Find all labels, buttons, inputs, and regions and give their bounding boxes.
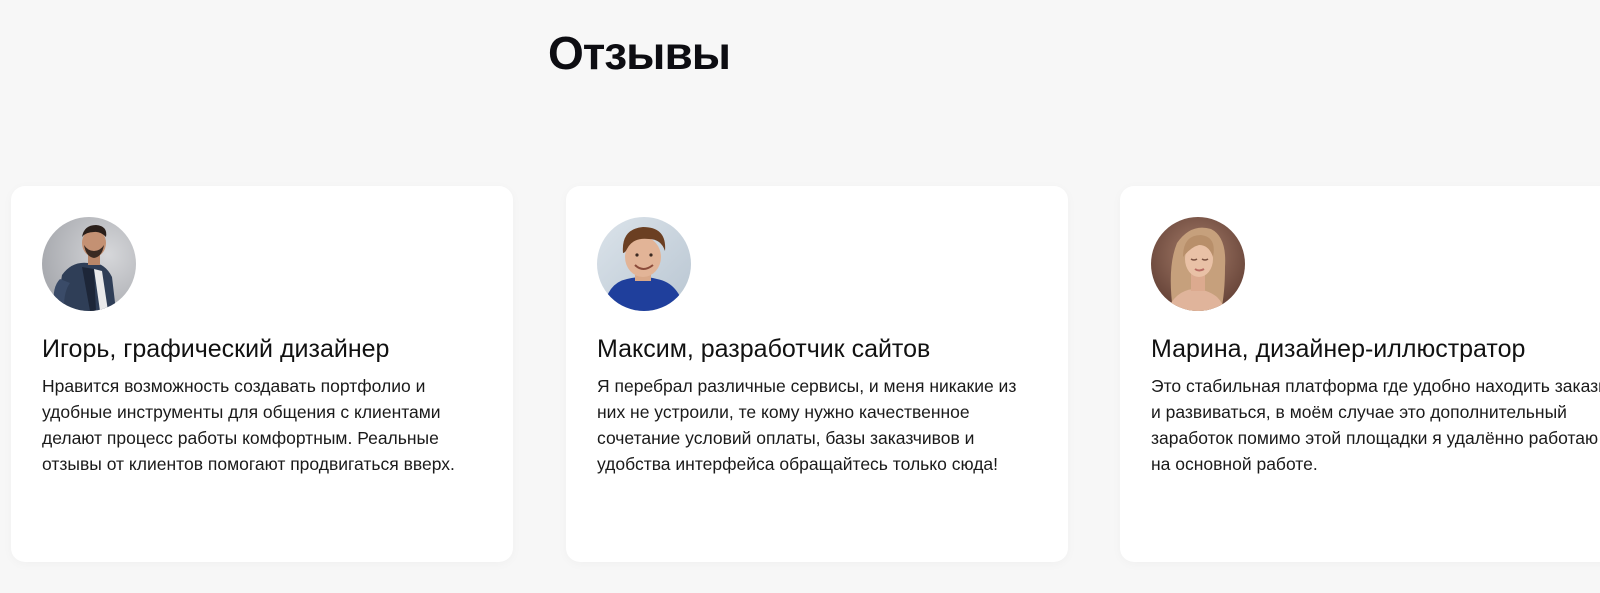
reviewer-name: Марина, дизайнер-иллюстратор: [1151, 335, 1526, 363]
section-title: Отзывы: [548, 27, 731, 79]
review-card: Марина, дизайнер-иллюстратор Это стабиль…: [1120, 186, 1600, 562]
woman-portrait-photo-icon: [1151, 217, 1245, 311]
review-text: Это стабильная платформа где удобно нахо…: [1151, 376, 1600, 474]
reviewer-name: Игорь, графический дизайнер: [42, 335, 390, 363]
smiling-man-photo-icon: [597, 217, 691, 311]
review-text: Я перебрал различные сервисы, и меня ник…: [597, 376, 1017, 474]
avatar: [597, 217, 691, 311]
avatar: [42, 217, 136, 311]
avatar: [1151, 217, 1245, 311]
reviewer-name: Максим, разработчик сайтов: [597, 335, 931, 363]
review-card: Максим, разработчик сайтов Я перебрал ра…: [566, 186, 1068, 562]
review-card: Игорь, графический дизайнер Нравится воз…: [11, 186, 513, 562]
man-in-denim-jacket-photo-icon: [42, 217, 136, 311]
review-text: Нравится возможность создавать портфолио…: [42, 376, 455, 474]
